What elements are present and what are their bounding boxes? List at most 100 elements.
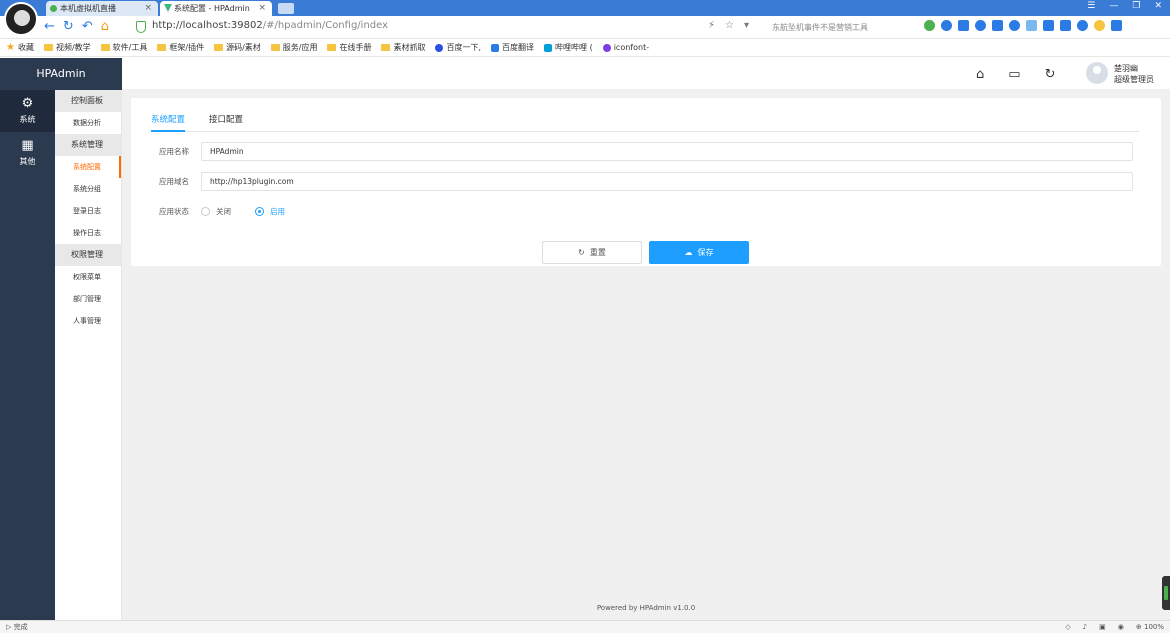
browser-tab-1[interactable]: 本机虚拟机直播 × xyxy=(46,1,158,16)
sound-icon[interactable]: ♪ xyxy=(1083,621,1087,633)
radio-checked-icon xyxy=(255,207,264,216)
sidebar: ⚙ 系统 ▦ 其他 xyxy=(0,90,55,620)
status-off-radio[interactable]: 关闭 xyxy=(201,206,231,217)
close-window-icon[interactable]: ✕ xyxy=(1154,1,1162,15)
bookmark-bilibili[interactable]: 哔哩哔哩 ( xyxy=(544,42,593,53)
bookmark-star-icon[interactable]: ☆ xyxy=(725,20,734,31)
bookmark-folder[interactable]: 视频/教学 xyxy=(43,42,91,53)
bookmark-iconfont[interactable]: iconfont- xyxy=(602,43,649,52)
extension-puzzle-icon[interactable] xyxy=(1026,20,1037,31)
submenu-group-dashboard[interactable]: 控制面板 xyxy=(55,90,121,112)
submenu-item-department[interactable]: 部门管理 xyxy=(55,288,121,310)
submenu-item-operation-log[interactable]: 操作日志 xyxy=(55,222,121,244)
user-name: 楚羽幽 xyxy=(1114,64,1138,73)
bookmark-folder[interactable]: 源码/素材 xyxy=(214,42,261,53)
submenu-group-auth[interactable]: 权限管理 xyxy=(55,244,121,266)
submenu-item-system-config[interactable]: 系统配置 xyxy=(55,156,121,178)
extension-file-icon[interactable] xyxy=(1060,20,1071,31)
bookmark-favorites[interactable]: ★ 收藏 xyxy=(6,42,34,53)
bilibili-icon xyxy=(544,43,553,52)
star-icon: ★ xyxy=(6,42,15,53)
folder-icon xyxy=(214,44,224,51)
sidebar-item-system[interactable]: ⚙ 系统 xyxy=(0,90,55,132)
search-box[interactable]: 东航坠机事件不是营销工具 xyxy=(772,22,868,33)
baidu-icon xyxy=(435,43,444,52)
maximize-icon[interactable]: ❐ xyxy=(1132,1,1140,15)
submenu-item-analytics[interactable]: 数据分析 xyxy=(55,112,121,134)
side-panel-handle[interactable] xyxy=(1162,576,1170,610)
url-path: /#/hpadmin/Config/index xyxy=(262,20,389,31)
submenu-group-system[interactable]: 系统管理 xyxy=(55,134,121,156)
tab-close-icon[interactable]: × xyxy=(258,1,266,16)
refresh-icon[interactable]: ↻ xyxy=(63,20,74,34)
zoom-level[interactable]: ⊕ 100% xyxy=(1136,621,1164,633)
browser-profile-avatar[interactable] xyxy=(4,2,38,36)
browser-tab-2[interactable]: 系统配置 - HPAdmin × xyxy=(160,1,272,16)
search-placeholder: 东航坠机事件不是营销工具 xyxy=(772,23,868,32)
url-input[interactable]: http://localhost:39802/#/hpadmin/Config/… xyxy=(152,20,388,31)
cloud-upload-icon: ☁ xyxy=(684,248,693,257)
submenu-item-login-log[interactable]: 登录日志 xyxy=(55,200,121,222)
address-actions: ⚡ ☆ ▾ xyxy=(708,20,749,31)
browser-status-bar: ▷ 完成 ◇ ♪ ▣ ◉ ⊕ 100% xyxy=(0,620,1170,633)
nav-buttons: ← ↻ ↶ ⌂ xyxy=(44,20,109,34)
extension-emoji-icon[interactable] xyxy=(1094,20,1105,31)
home-icon[interactable]: ⌂ xyxy=(976,67,984,82)
bookmark-folder[interactable]: 服务/应用 xyxy=(270,42,317,53)
extension-enter-icon[interactable] xyxy=(992,20,1003,31)
bookmark-folder[interactable]: 在线手册 xyxy=(327,42,371,53)
lightning-icon[interactable]: ⚡ xyxy=(708,20,715,31)
user-avatar[interactable] xyxy=(1086,62,1108,84)
download-icon[interactable] xyxy=(1111,20,1122,31)
reset-button-label: 重置 xyxy=(589,248,606,257)
new-tab-button[interactable] xyxy=(278,3,294,14)
config-card: 系统配置 接口配置 应用名称 HPAdmin 应用域名 http://hp13p… xyxy=(131,98,1161,266)
lock-icon[interactable]: ▣ xyxy=(1099,621,1106,633)
save-button[interactable]: ☁ 保存 xyxy=(649,241,749,264)
bookmark-translate[interactable]: 百度翻译 xyxy=(491,42,534,53)
refresh-icon[interactable]: ↻ xyxy=(1045,67,1056,82)
folder-icon xyxy=(381,44,391,51)
extension-scissors-icon[interactable] xyxy=(1009,20,1020,31)
sidebar-item-other[interactable]: ▦ 其他 xyxy=(0,132,55,174)
reset-button[interactable]: ↻ 重置 xyxy=(542,241,642,264)
bookmark-folder[interactable]: 素材抓取 xyxy=(381,42,425,53)
extension-globe-icon[interactable] xyxy=(941,20,952,31)
bookmark-folder[interactable]: 软件/工具 xyxy=(100,42,147,53)
gear-icon: ⚙ xyxy=(21,96,34,111)
shield-status-icon[interactable]: ◇ xyxy=(1065,621,1070,633)
extension-cloud-icon[interactable] xyxy=(975,20,986,31)
back-icon[interactable]: ← xyxy=(44,20,55,34)
submenu: 控制面板 数据分析 系统管理 系统配置 系统分组 登录日志 操作日志 权限管理 … xyxy=(55,90,122,620)
extension-apps-icon[interactable] xyxy=(1077,20,1088,31)
submenu-item-auth-menu[interactable]: 权限菜单 xyxy=(55,266,121,288)
dropdown-icon[interactable]: ▾ xyxy=(744,20,749,31)
bookmark-baidu[interactable]: 百度一下, xyxy=(435,42,481,53)
submenu-item-personnel[interactable]: 人事管理 xyxy=(55,310,121,332)
app-name-label: 应用名称 xyxy=(159,147,189,156)
window-menu-icon[interactable]: ☰ xyxy=(1087,1,1095,15)
folder-icon xyxy=(327,44,337,51)
audio-icon[interactable]: ◉ xyxy=(1118,621,1124,633)
undo-icon[interactable]: ↶ xyxy=(82,20,93,34)
status-off-label: 关闭 xyxy=(216,207,231,216)
app-name-input[interactable]: HPAdmin xyxy=(201,142,1133,161)
app-domain-input[interactable]: http://hp13plugin.com xyxy=(201,172,1133,191)
screen-icon[interactable]: ▭ xyxy=(1008,67,1020,82)
extension-media-icon[interactable] xyxy=(1043,20,1054,31)
form-row-app-name: 应用名称 HPAdmin xyxy=(159,142,1133,161)
vue-logo-icon xyxy=(164,4,172,12)
extension-sync-icon[interactable] xyxy=(958,20,969,31)
status-text: ▷ 完成 xyxy=(6,623,28,631)
extension-shield-icon[interactable] xyxy=(924,20,935,31)
tab-api-config[interactable]: 接口配置 xyxy=(209,112,243,132)
tab-system-config[interactable]: 系统配置 xyxy=(151,112,186,132)
user-info[interactable]: 楚羽幽 超级管理员 xyxy=(1114,63,1154,85)
submenu-item-system-group[interactable]: 系统分组 xyxy=(55,178,121,200)
bookmark-folder[interactable]: 框架/插件 xyxy=(157,42,204,53)
tab-favicon-icon xyxy=(50,5,57,12)
home-icon[interactable]: ⌂ xyxy=(101,20,109,34)
tab-close-icon[interactable]: × xyxy=(144,1,152,16)
status-on-radio[interactable]: 启用 xyxy=(255,206,285,217)
minimize-icon[interactable]: — xyxy=(1109,1,1118,15)
